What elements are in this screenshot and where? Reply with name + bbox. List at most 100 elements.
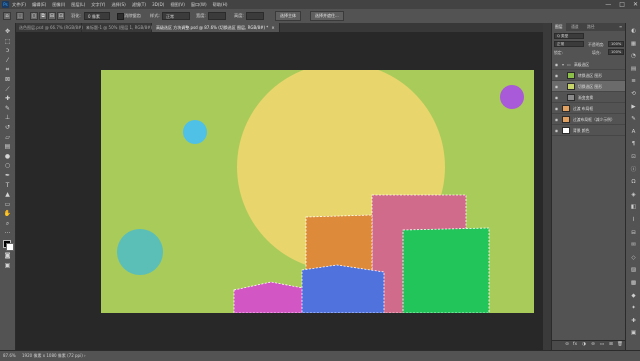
character-panel-icon[interactable]: A bbox=[629, 128, 638, 137]
layer-name[interactable]: 切换选区 图形 bbox=[578, 81, 602, 92]
layer-row[interactable]: ◉ 过渡布局框（减少示例） bbox=[552, 114, 626, 125]
tab-channels[interactable]: 通道 bbox=[568, 23, 582, 31]
style-select[interactable]: 正常 bbox=[162, 12, 190, 20]
maximize-button[interactable]: □ bbox=[619, 1, 625, 8]
gradients-panel-icon[interactable]: ▨ bbox=[629, 266, 638, 275]
move-tool-icon[interactable]: ✥ bbox=[3, 27, 12, 36]
layer-group-row[interactable]: ◉ ▾ ▭ 高级选区 bbox=[552, 59, 626, 70]
tab-document-active[interactable]: 高级选区 方块调整.psd @ 87.6% (切换选区 图层, RGB/8#) … bbox=[152, 23, 280, 32]
close-tab-icon[interactable]: × bbox=[271, 25, 274, 30]
more-tools-icon[interactable]: ··· bbox=[3, 229, 12, 238]
magic-wand-tool-icon[interactable]: ⁄ bbox=[3, 56, 12, 65]
layer-row[interactable]: ◉ 背景 颜色 bbox=[552, 125, 626, 136]
crop-tool-icon[interactable]: ⌗ bbox=[3, 65, 12, 74]
chevron-down-icon[interactable]: ▾ bbox=[562, 59, 564, 70]
tab-paths[interactable]: 路径 bbox=[584, 23, 598, 31]
swatches-panel-icon[interactable]: ▦ bbox=[629, 40, 638, 49]
trash-icon[interactable]: 🗑 bbox=[617, 342, 623, 348]
layer-name[interactable]: 转换选区 图形 bbox=[578, 70, 602, 81]
comments-panel-icon[interactable]: ✚ bbox=[629, 317, 638, 326]
styles-panel-icon[interactable]: ◈ bbox=[629, 191, 638, 200]
blend-mode-select[interactable]: 正常 bbox=[554, 41, 584, 47]
zoom-tool-icon[interactable]: ⌕ bbox=[3, 219, 12, 228]
channels-dock-icon[interactable]: ◧ bbox=[629, 203, 638, 212]
paths-dock-icon[interactable]: ⌇ bbox=[629, 216, 638, 225]
document-canvas[interactable] bbox=[101, 70, 534, 313]
visibility-eye-icon[interactable]: ◉ bbox=[554, 106, 559, 111]
libraries-panel-icon[interactable]: ▤ bbox=[629, 65, 638, 74]
dodge-tool-icon[interactable]: ○ bbox=[3, 161, 12, 170]
eraser-tool-icon[interactable]: ▱ bbox=[3, 133, 12, 142]
marquee-tool-icon[interactable]: ⬚ bbox=[3, 37, 12, 46]
blur-tool-icon[interactable]: ● bbox=[3, 152, 12, 161]
tab-document-2[interactable]: 未标题-1 @ 50% (图层 1, RGB/8#)× bbox=[82, 23, 158, 32]
background-color-swatch[interactable] bbox=[6, 243, 14, 252]
layer-thumbnail[interactable] bbox=[562, 127, 570, 134]
layer-row[interactable]: ◉ 切换选区 图形 bbox=[552, 81, 626, 92]
layer-thumbnail[interactable] bbox=[562, 105, 570, 112]
layer-name[interactable]: 过渡 布局框 bbox=[573, 103, 593, 114]
photoshop-logo-icon[interactable]: Ps bbox=[2, 1, 9, 8]
hand-tool-icon[interactable]: ✋ bbox=[3, 209, 12, 218]
shapes-panel-icon[interactable]: ◆ bbox=[629, 292, 638, 301]
menu-window[interactable]: 窗口(W) bbox=[191, 2, 207, 8]
width-input[interactable] bbox=[208, 12, 226, 20]
add-mask-icon[interactable]: ⊖ bbox=[590, 342, 596, 348]
frame-tool-icon[interactable]: ⊠ bbox=[3, 75, 12, 84]
clone-stamp-tool-icon[interactable]: ⊥ bbox=[3, 113, 12, 122]
notes-panel-icon[interactable]: ✉ bbox=[629, 241, 638, 250]
3d-panel-icon[interactable]: ◇ bbox=[629, 254, 638, 263]
intersect-selection-icon[interactable]: ⊡ bbox=[57, 12, 65, 20]
layer-thumbnail[interactable] bbox=[567, 94, 575, 101]
antialias-checkbox[interactable] bbox=[117, 13, 124, 20]
new-layer-icon[interactable]: ⊞ bbox=[608, 342, 614, 348]
menu-layer[interactable]: 图层(L) bbox=[71, 2, 85, 8]
rectangle-tool-icon[interactable]: ▭ bbox=[3, 200, 12, 209]
patterns-panel-icon[interactable]: ▩ bbox=[629, 279, 638, 288]
adjustments-panel-icon[interactable]: ◔ bbox=[629, 52, 638, 61]
menu-select[interactable]: 选择(S) bbox=[111, 2, 125, 8]
healing-brush-tool-icon[interactable]: ✚ bbox=[3, 94, 12, 103]
gradient-tool-icon[interactable]: ▤ bbox=[3, 142, 12, 151]
layer-name[interactable]: 高级选区 bbox=[574, 59, 589, 70]
glyphs-panel-icon[interactable]: Ω bbox=[629, 178, 638, 187]
home-icon[interactable]: ⌂ bbox=[3, 12, 11, 20]
select-subject-button[interactable]: 选择主体 bbox=[275, 11, 301, 21]
quick-mask-icon[interactable]: ◙ bbox=[3, 251, 12, 260]
type-tool-icon[interactable]: T bbox=[3, 181, 12, 190]
brush-tool-icon[interactable]: ✎ bbox=[3, 104, 12, 113]
path-selection-tool-icon[interactable]: ▲ bbox=[3, 190, 12, 199]
paragraph-panel-icon[interactable]: ¶ bbox=[629, 140, 638, 149]
layer-thumbnail[interactable] bbox=[567, 83, 575, 90]
lasso-tool-icon[interactable]: ↄ bbox=[3, 46, 12, 55]
menu-3d[interactable]: 3D(D) bbox=[152, 2, 164, 7]
layer-thumbnail[interactable] bbox=[562, 116, 570, 123]
learn-panel-icon[interactable]: ✦ bbox=[629, 304, 638, 313]
visibility-eye-icon[interactable]: ◉ bbox=[554, 62, 559, 67]
properties-panel-icon[interactable]: ≡ bbox=[629, 77, 638, 86]
visibility-eye-icon[interactable]: ◉ bbox=[554, 95, 559, 100]
panel-menu-icon[interactable]: ≡ bbox=[616, 23, 625, 31]
brushes-panel-icon[interactable]: ✎ bbox=[629, 115, 638, 124]
history-brush-tool-icon[interactable]: ↺ bbox=[3, 123, 12, 132]
timeline-panel-icon[interactable]: ⊟ bbox=[629, 229, 638, 238]
layer-kind-filter[interactable]: Q 类型 bbox=[554, 33, 584, 39]
pen-tool-icon[interactable]: ✒ bbox=[3, 171, 12, 180]
add-to-selection-icon[interactable]: ⧉ bbox=[39, 12, 47, 20]
visibility-eye-icon[interactable]: ◉ bbox=[554, 117, 559, 122]
info-panel-icon[interactable]: ⓘ bbox=[629, 166, 638, 175]
menu-edit[interactable]: 编辑(E) bbox=[32, 2, 46, 8]
color-panel-icon[interactable]: ◐ bbox=[629, 27, 638, 36]
menu-help[interactable]: 帮助(H) bbox=[213, 2, 228, 8]
layer-name[interactable]: 背景 颜色 bbox=[573, 125, 589, 136]
layer-thumbnail[interactable] bbox=[567, 72, 575, 79]
menu-view[interactable]: 视图(V) bbox=[170, 2, 185, 8]
height-input[interactable] bbox=[246, 12, 264, 20]
tab-layers[interactable]: 图层 bbox=[552, 23, 566, 31]
subtract-selection-icon[interactable]: ⊟ bbox=[48, 12, 56, 20]
tab-document-1[interactable]: 选色图层.psd @ 66.7% (RGB/8#) × bbox=[15, 23, 89, 32]
adjustment-layer-icon[interactable]: ◑ bbox=[581, 342, 587, 348]
visibility-eye-icon[interactable]: ◉ bbox=[554, 128, 559, 133]
navigator-panel-icon[interactable]: ⊡ bbox=[629, 153, 638, 162]
layer-comps-panel-icon[interactable]: ▣ bbox=[629, 329, 638, 338]
